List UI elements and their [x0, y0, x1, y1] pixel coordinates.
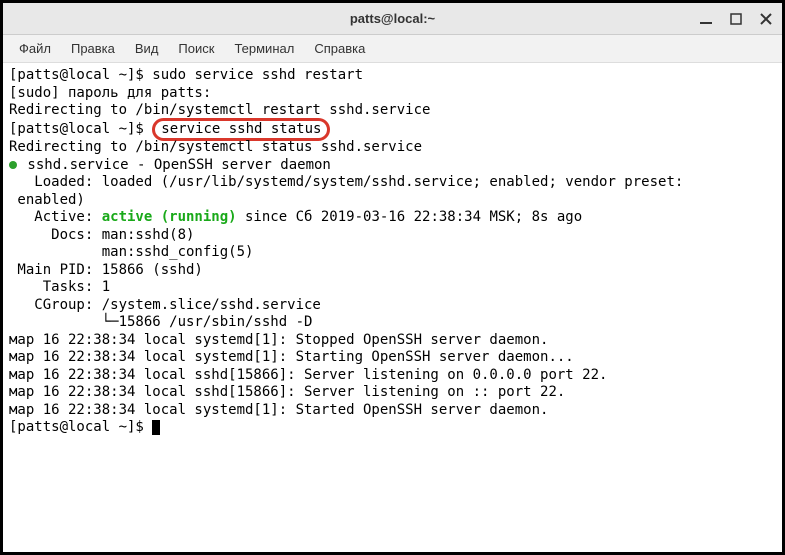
- terminal-line: Redirecting to /bin/systemctl restart ss…: [9, 102, 776, 120]
- terminal-output[interactable]: [patts@local ~]$ sudo service sshd resta…: [3, 63, 782, 552]
- terminal-line: CGroup: /system.slice/sshd.service: [9, 297, 776, 315]
- terminal-line: Redirecting to /bin/systemctl status ssh…: [9, 139, 776, 157]
- terminal-line: Main PID: 15866 (sshd): [9, 262, 776, 280]
- close-button[interactable]: [758, 11, 774, 27]
- status-dot-icon: [9, 161, 17, 169]
- window-title: patts@local:~: [3, 11, 782, 26]
- menu-edit[interactable]: Правка: [63, 37, 123, 60]
- terminal-line: [patts@local ~]$: [9, 419, 776, 437]
- terminal-line: [patts@local ~]$ sudo service sshd resta…: [9, 67, 776, 85]
- terminal-line: man:sshd_config(5): [9, 244, 776, 262]
- terminal-line: [patts@local ~]$ service sshd status: [9, 120, 776, 140]
- maximize-button[interactable]: [728, 11, 744, 27]
- menu-search[interactable]: Поиск: [170, 37, 222, 60]
- terminal-line: мар 16 22:38:34 local sshd[15866]: Serve…: [9, 367, 776, 385]
- menu-terminal[interactable]: Терминал: [226, 37, 302, 60]
- menu-file[interactable]: Файл: [11, 37, 59, 60]
- service-name: sshd.service - OpenSSH server daemon: [19, 157, 331, 173]
- terminal-line: sshd.service - OpenSSH server daemon: [9, 157, 776, 175]
- window-controls: [698, 11, 774, 27]
- active-since: since Сб 2019-03-16 22:38:34 MSK; 8s ago: [237, 209, 583, 225]
- terminal-line: Loaded: loaded (/usr/lib/systemd/system/…: [9, 174, 776, 192]
- terminal-line: [sudo] пароль для patts:: [9, 85, 776, 103]
- terminal-line: Tasks: 1: [9, 279, 776, 297]
- terminal-line: мар 16 22:38:34 local systemd[1]: Starte…: [9, 402, 776, 420]
- prompt: [patts@local ~]$: [9, 121, 152, 137]
- minimize-button[interactable]: [698, 11, 714, 27]
- terminal-line: мар 16 22:38:34 local systemd[1]: Starti…: [9, 349, 776, 367]
- command-text: sudo service sshd restart: [152, 67, 363, 83]
- terminal-line: мар 16 22:38:34 local sshd[15866]: Serve…: [9, 384, 776, 402]
- terminal-line: Active: active (running) since Сб 2019-0…: [9, 209, 776, 227]
- terminal-line: Docs: man:sshd(8): [9, 227, 776, 245]
- terminal-line: мар 16 22:38:34 local systemd[1]: Stoppe…: [9, 332, 776, 350]
- highlighted-command: service sshd status: [152, 118, 330, 142]
- active-status: active (running): [102, 209, 237, 225]
- terminal-line: enabled): [9, 192, 776, 210]
- menu-view[interactable]: Вид: [127, 37, 167, 60]
- terminal-line: └─15866 /usr/sbin/sshd -D: [9, 314, 776, 332]
- titlebar: patts@local:~: [3, 3, 782, 35]
- prompt: [patts@local ~]$: [9, 67, 152, 83]
- prompt: [patts@local ~]$: [9, 419, 152, 435]
- cursor-icon: [152, 420, 160, 435]
- active-label: Active:: [9, 209, 102, 225]
- menu-help[interactable]: Справка: [306, 37, 373, 60]
- menubar: Файл Правка Вид Поиск Терминал Справка: [3, 35, 782, 63]
